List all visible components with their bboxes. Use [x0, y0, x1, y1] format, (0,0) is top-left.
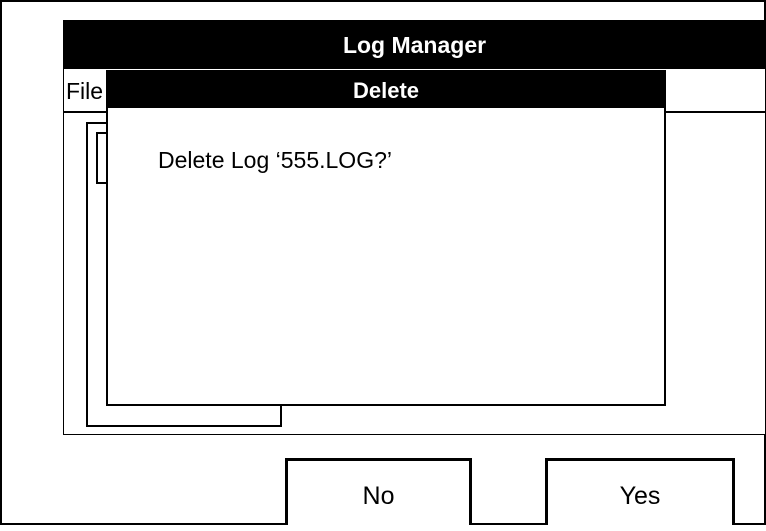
window-title: Log Manager: [64, 21, 765, 69]
dialog-message: Delete Log ‘555.LOG?’: [158, 147, 392, 173]
delete-dialog: Delete Delete Log ‘555.LOG?’: [106, 70, 666, 406]
yes-button[interactable]: Yes: [545, 458, 735, 525]
dialog-title: Delete: [108, 72, 664, 108]
menu-item-file[interactable]: File: [66, 77, 106, 105]
no-button[interactable]: No: [285, 458, 472, 525]
